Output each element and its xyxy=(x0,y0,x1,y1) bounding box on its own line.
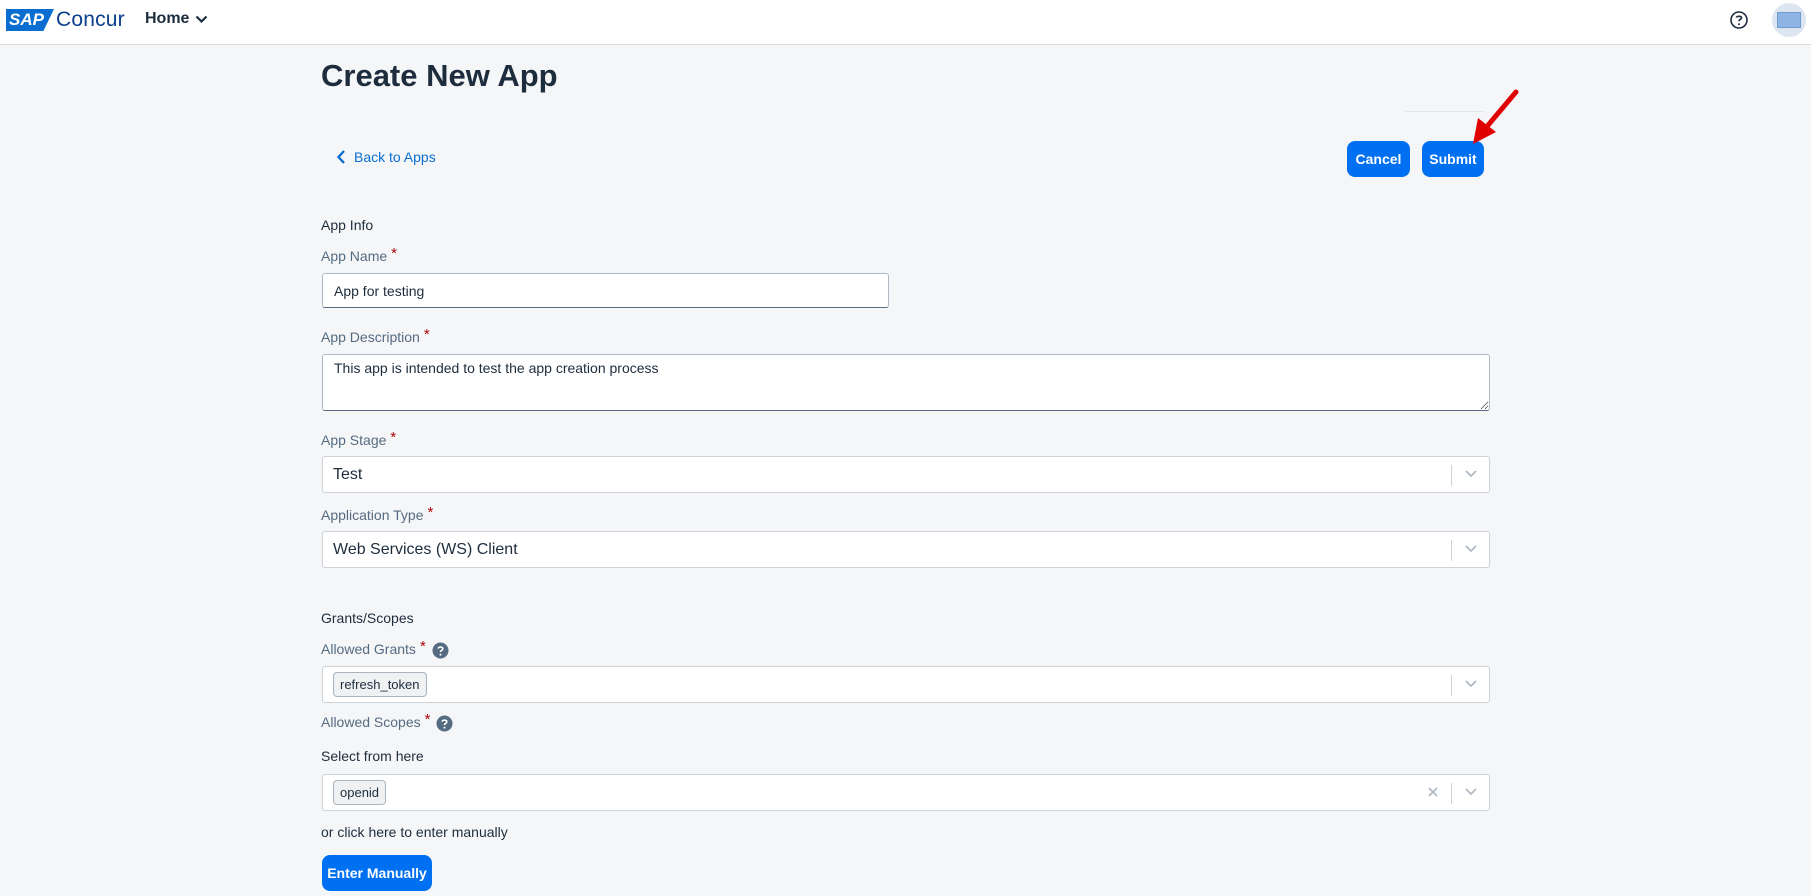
application-type-label-text: Application Type xyxy=(321,507,424,523)
app-description-label: App Description * xyxy=(321,326,430,345)
home-menu[interactable]: Home xyxy=(145,10,208,28)
grants-scopes-section-title: Grants/Scopes xyxy=(321,610,414,626)
page-title: Create New App xyxy=(321,58,558,93)
app-stage-select[interactable]: Test xyxy=(322,456,1490,493)
select-from-here-text: Select from here xyxy=(321,748,424,764)
select-divider xyxy=(1451,465,1452,486)
concur-logo-text: Concur xyxy=(55,8,125,31)
chevron-left-icon xyxy=(336,150,345,164)
required-marker: * xyxy=(390,429,397,446)
home-menu-label: Home xyxy=(145,10,190,27)
cancel-button[interactable]: Cancel xyxy=(1347,141,1410,177)
top-bar: SAP Concur Home xyxy=(0,0,1811,45)
app-description-label-text: App Description xyxy=(321,329,420,345)
application-type-value: Web Services (WS) Client xyxy=(333,541,518,558)
required-marker: * xyxy=(419,638,426,655)
red-arrow-icon xyxy=(1473,89,1519,144)
avatar-image xyxy=(1777,12,1801,28)
allowed-scopes-label: Allowed Scopes * xyxy=(321,711,453,732)
select-divider xyxy=(1451,540,1452,561)
enter-manually-hint: or click here to enter manually xyxy=(321,824,508,840)
chevron-down-icon[interactable] xyxy=(1464,544,1478,554)
required-marker: * xyxy=(424,711,431,728)
app-info-section-title: App Info xyxy=(321,217,374,233)
back-to-apps-label: Back to Apps xyxy=(354,149,436,165)
info-circle-icon[interactable] xyxy=(432,642,449,659)
allowed-scopes-label-text: Allowed Scopes xyxy=(321,714,421,730)
chevron-down-icon[interactable] xyxy=(1464,679,1478,689)
app-name-label-text: App Name xyxy=(321,248,388,264)
allowed-scopes-select[interactable]: openid xyxy=(322,774,1490,811)
enter-manually-button[interactable]: Enter Manually xyxy=(322,855,432,891)
sap-concur-logo[interactable]: SAP Concur xyxy=(6,8,125,32)
scope-chip[interactable]: openid xyxy=(333,780,387,805)
grant-chip[interactable]: refresh_token xyxy=(333,672,427,697)
select-divider xyxy=(1451,675,1452,696)
app-name-label: App Name * xyxy=(321,245,397,264)
chevron-down-icon[interactable] xyxy=(1464,469,1478,479)
app-stage-label-text: App Stage xyxy=(321,432,387,448)
app-stage-value: Test xyxy=(333,466,363,483)
sap-logo-badge: SAP xyxy=(6,9,54,31)
info-circle-icon[interactable] xyxy=(436,715,453,732)
application-type-select[interactable]: Web Services (WS) Client xyxy=(322,531,1490,568)
allowed-grants-label-text: Allowed Grants xyxy=(321,641,416,657)
user-avatar[interactable] xyxy=(1772,3,1806,37)
allowed-grants-select[interactable]: refresh_token xyxy=(322,666,1490,703)
chevron-down-icon[interactable] xyxy=(1464,787,1478,797)
app-stage-label: App Stage * xyxy=(321,429,397,448)
help-circle-icon[interactable] xyxy=(1729,10,1749,30)
app-description-textarea[interactable]: This app is intended to test the app cre… xyxy=(322,354,1490,411)
allowed-grants-label: Allowed Grants * xyxy=(321,638,449,659)
application-type-label: Application Type * xyxy=(321,504,434,523)
back-to-apps-link[interactable]: Back to Apps xyxy=(336,149,436,165)
required-marker: * xyxy=(423,326,430,343)
required-marker: * xyxy=(427,504,434,521)
required-marker: * xyxy=(391,245,397,262)
close-icon[interactable] xyxy=(1426,785,1440,799)
chevron-down-icon xyxy=(196,15,208,23)
select-divider xyxy=(1451,783,1452,804)
app-name-input[interactable] xyxy=(322,273,889,308)
